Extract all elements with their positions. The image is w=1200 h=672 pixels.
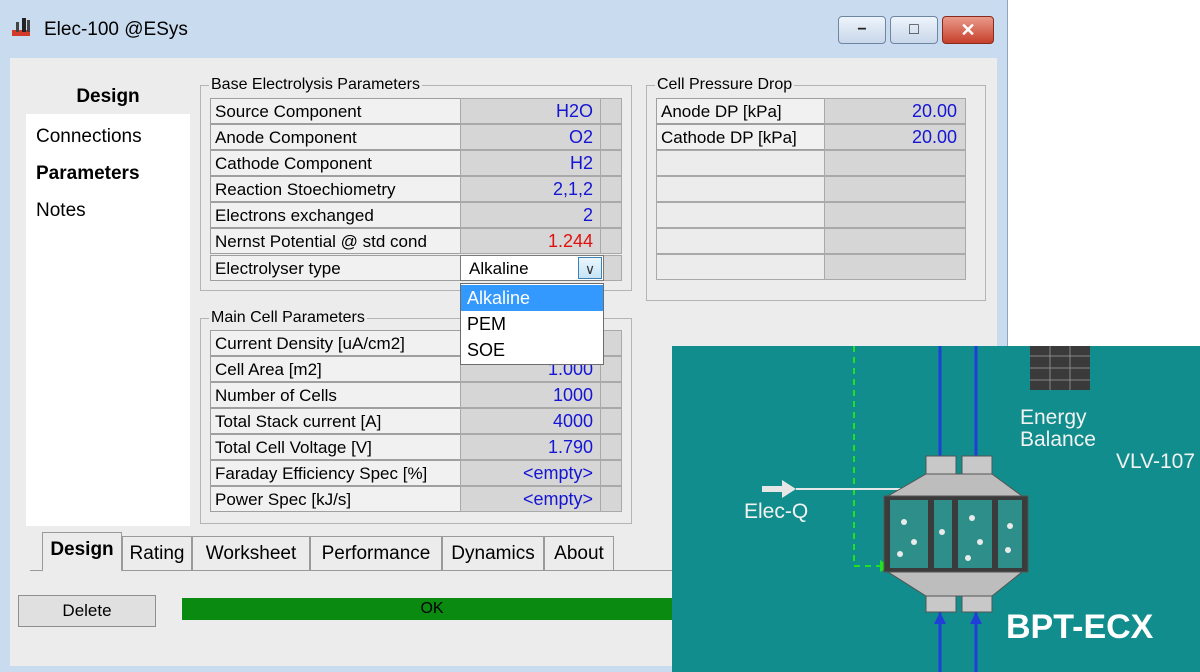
arrow-up-icon bbox=[970, 612, 982, 624]
pressure-drop-title: Cell Pressure Drop bbox=[655, 76, 795, 94]
cell-extra bbox=[600, 408, 622, 434]
cell-param-label: Total Cell Voltage [V] bbox=[210, 434, 462, 460]
tab-design[interactable]: Design bbox=[42, 532, 122, 572]
energy-balance-block[interactable] bbox=[1030, 346, 1090, 390]
dp-empty-row bbox=[10, 150, 997, 176]
maximize-button[interactable]: □ bbox=[890, 16, 938, 44]
valve-label: VLV-107 bbox=[1116, 450, 1196, 473]
dp-value[interactable]: 20.00 bbox=[824, 98, 966, 124]
title-bar[interactable]: Elec-100 @ESys − □ ✕ bbox=[0, 0, 1008, 58]
dp-empty-label bbox=[656, 176, 826, 202]
dropdown-option[interactable]: PEM bbox=[461, 311, 603, 337]
arrow-up-icon bbox=[934, 612, 946, 624]
tab-performance[interactable]: Performance bbox=[310, 536, 442, 570]
maximize-icon: □ bbox=[909, 21, 919, 38]
flowsheet-panel: Energy Balance VLV-107 Elec-Q BPT-ECX bbox=[672, 346, 1200, 672]
dropdown-option[interactable]: SOE bbox=[461, 337, 603, 363]
chevron-down-icon: ∨ bbox=[584, 261, 596, 277]
main-cell-title: Main Cell Parameters bbox=[209, 309, 367, 327]
cell-param-label: Total Stack current [A] bbox=[210, 408, 462, 434]
electrolyser-type-dropdown: Alkaline PEM SOE bbox=[460, 283, 604, 365]
dp-row: Anode DP [kPa] 20.00 bbox=[10, 98, 997, 124]
electrolyser-app-icon bbox=[12, 18, 30, 36]
cell-param-label: Current Density [uA/cm2] bbox=[210, 330, 462, 356]
dp-label: Anode DP [kPa] bbox=[656, 98, 826, 124]
dp-empty-value bbox=[824, 150, 966, 176]
stream-label: Elec-Q bbox=[744, 500, 809, 523]
minimize-button[interactable]: − bbox=[838, 16, 886, 44]
dp-row: Cathode DP [kPa] 20.00 bbox=[10, 124, 997, 150]
dp-empty-label bbox=[656, 202, 826, 228]
cell-param-label: Power Spec [kJ/s] bbox=[210, 486, 462, 512]
dp-empty-value bbox=[824, 254, 966, 280]
dp-empty-label bbox=[656, 228, 826, 254]
dp-empty-row bbox=[10, 228, 997, 254]
energy-balance-label: Balance bbox=[1020, 428, 1096, 451]
dp-empty-label bbox=[656, 254, 826, 280]
base-params-title: Base Electrolysis Parameters bbox=[209, 76, 422, 94]
close-button[interactable]: ✕ bbox=[942, 16, 994, 44]
tab-worksheet[interactable]: Worksheet bbox=[192, 536, 310, 570]
window-title: Elec-100 @ESys bbox=[44, 19, 188, 40]
energy-dashed-line[interactable] bbox=[853, 346, 882, 567]
cell-param-value[interactable]: <empty> bbox=[460, 486, 602, 512]
unit-label: BPT-ECX bbox=[1006, 608, 1154, 646]
arrow-right-icon bbox=[782, 480, 796, 498]
dp-empty-value bbox=[824, 228, 966, 254]
tab-dynamics[interactable]: Dynamics bbox=[442, 536, 544, 570]
electrolyser-type-combo[interactable]: Alkaline ∨ bbox=[460, 255, 604, 281]
cell-extra bbox=[600, 434, 622, 460]
tab-about[interactable]: About bbox=[544, 536, 614, 570]
cell-extra bbox=[600, 486, 622, 512]
cell-param-value[interactable]: 1.790 bbox=[460, 434, 602, 460]
dp-empty-value bbox=[824, 202, 966, 228]
cell-param-value[interactable]: 4000 bbox=[460, 408, 602, 434]
close-icon: ✕ bbox=[960, 20, 976, 40]
dp-empty-label bbox=[656, 150, 826, 176]
elec-q-arrow-shaft bbox=[762, 486, 784, 492]
dp-value[interactable]: 20.00 bbox=[824, 124, 966, 150]
status-bar: OK bbox=[182, 598, 682, 620]
energy-balance-label: Energy bbox=[1020, 406, 1087, 429]
cell-param-label: Cell Area [m2] bbox=[210, 356, 462, 382]
cell-param-label: Number of Cells bbox=[210, 382, 462, 408]
cell-extra bbox=[600, 382, 622, 408]
cell-param-value[interactable]: <empty> bbox=[460, 460, 602, 486]
dp-label: Cathode DP [kPa] bbox=[656, 124, 826, 150]
tab-rating[interactable]: Rating bbox=[122, 536, 192, 570]
cell-param-label: Faraday Efficiency Spec [%] bbox=[210, 460, 462, 486]
electrolyser-unit[interactable] bbox=[883, 455, 1029, 613]
dropdown-option[interactable]: Alkaline bbox=[461, 285, 603, 311]
minimize-icon: − bbox=[857, 21, 867, 38]
delete-button[interactable]: Delete bbox=[18, 595, 156, 627]
dp-empty-value bbox=[824, 176, 966, 202]
dp-empty-row bbox=[10, 176, 997, 202]
cell-param-value[interactable]: 1000 bbox=[460, 382, 602, 408]
cell-extra bbox=[600, 460, 622, 486]
dropdown-button[interactable]: ∨ bbox=[578, 257, 602, 279]
electrolyser-type-value: Alkaline bbox=[469, 259, 529, 278]
dp-empty-row bbox=[10, 202, 997, 228]
